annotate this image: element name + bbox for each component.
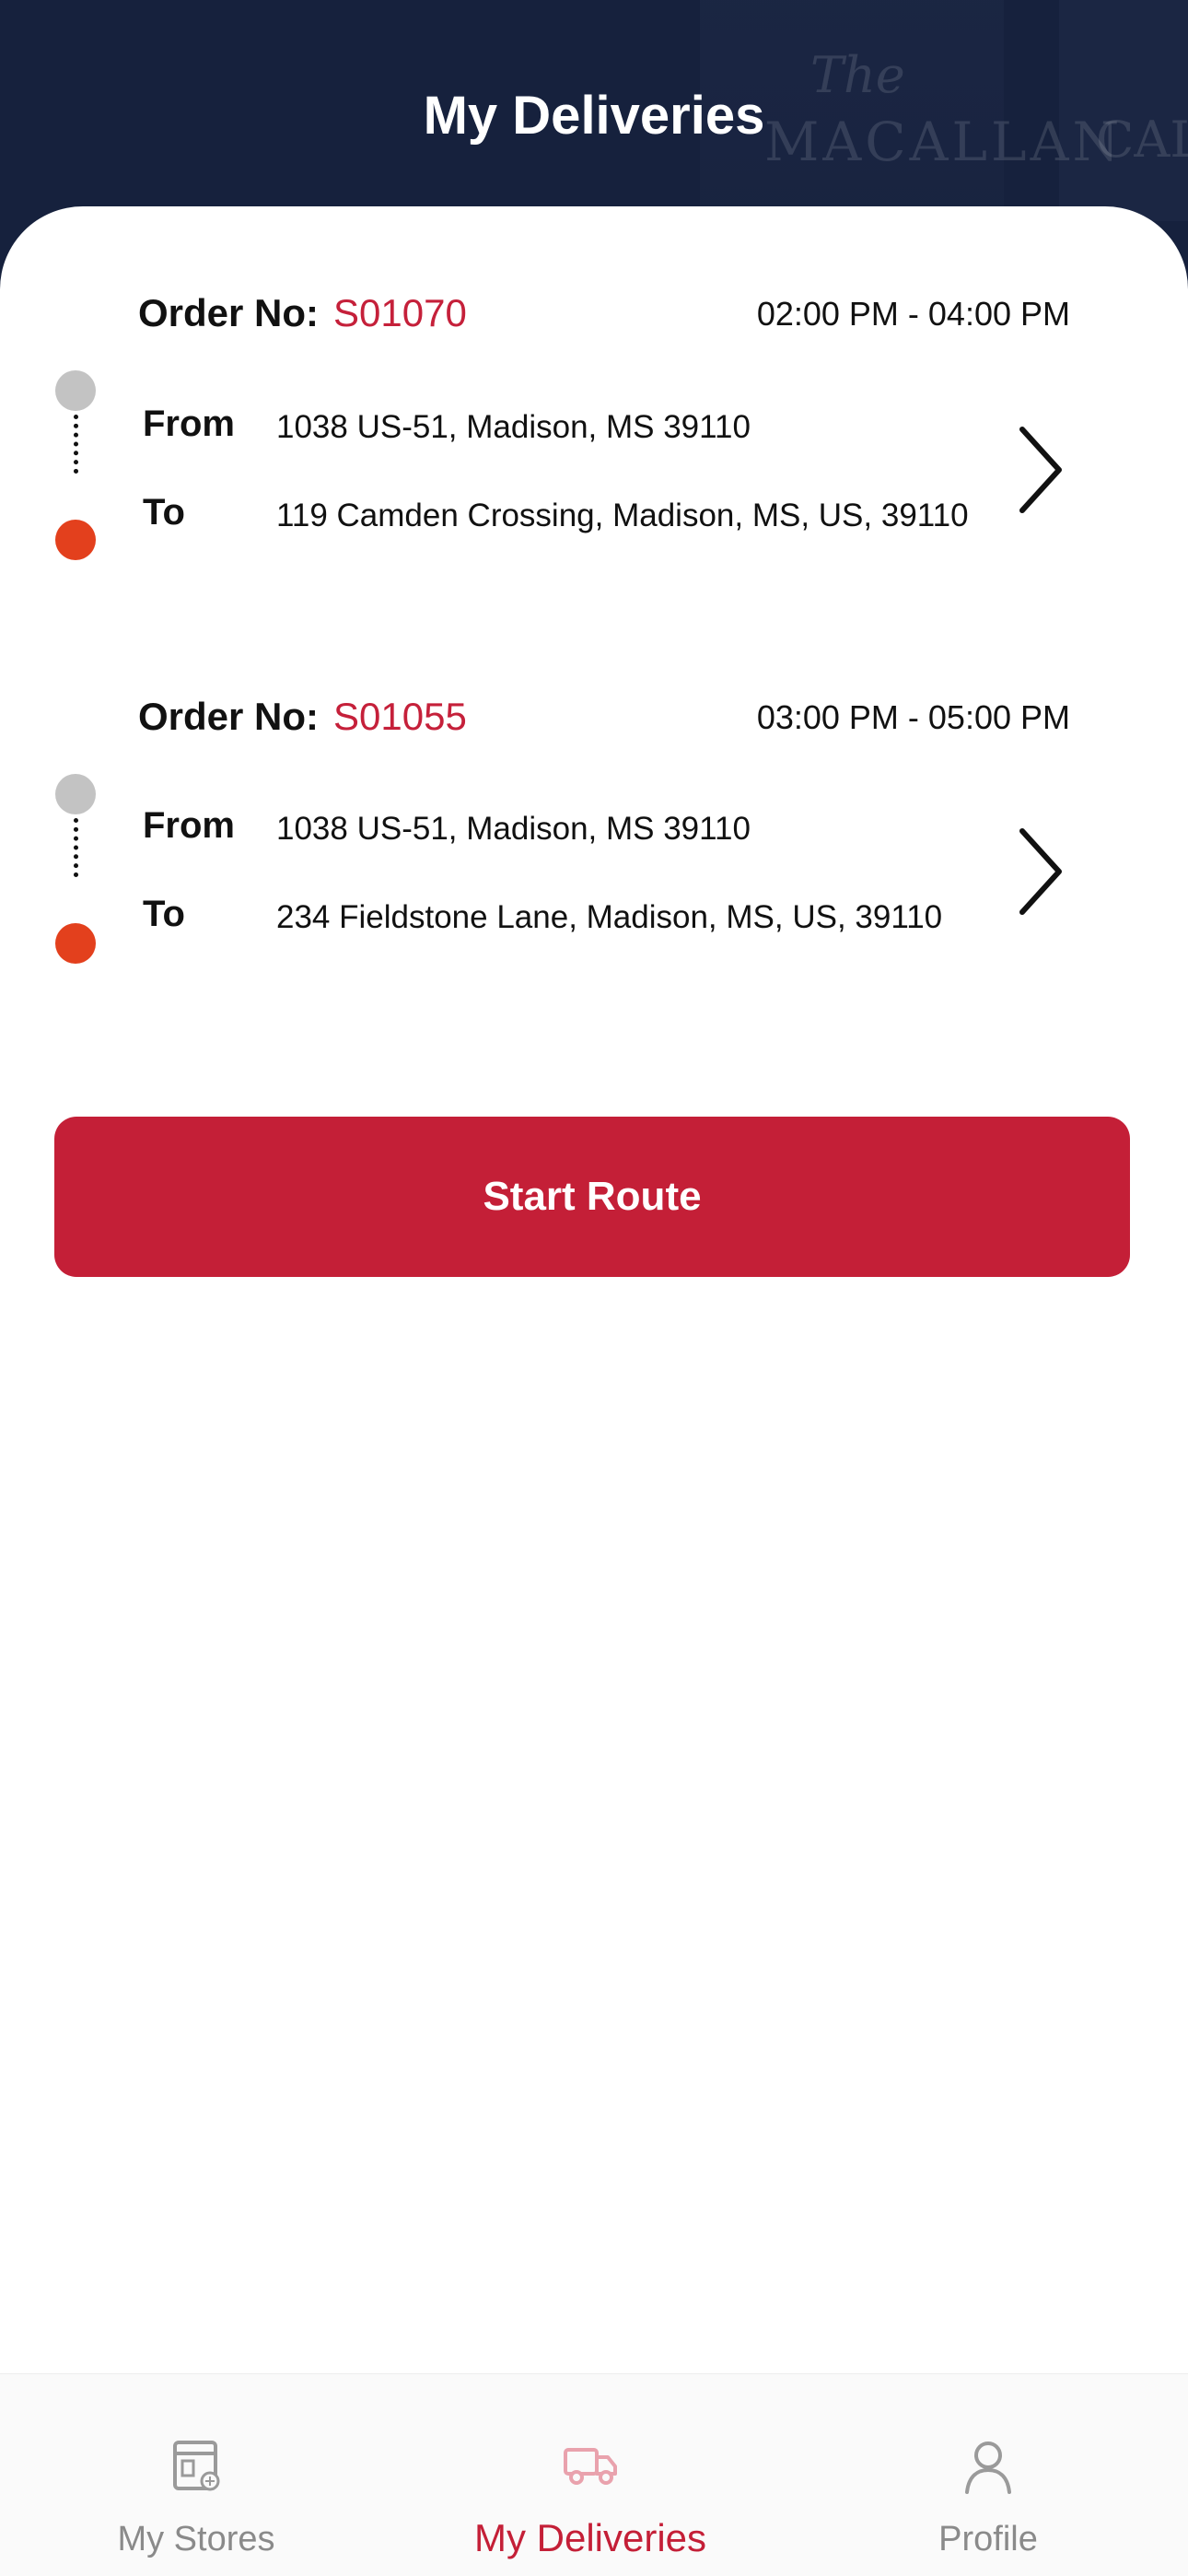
nav-label: My Deliveries <box>473 2516 707 2559</box>
nav-item-my-deliveries[interactable]: My Deliveries <box>438 2374 742 2576</box>
page-title: My Deliveries <box>423 86 765 146</box>
time-slot: 02:00 PM - 04:00 PM <box>756 295 1070 333</box>
from-address: 1038 US-51, Madison, MS 39110 <box>276 409 751 445</box>
chevron-right-icon[interactable] <box>1013 424 1068 516</box>
route-end-dot <box>55 923 96 964</box>
from-label: From <box>143 805 235 846</box>
order-label: Order No: <box>138 695 320 738</box>
bottom-nav: My Stores My Deliveries Profile <box>0 2373 1188 2576</box>
start-route-button[interactable]: Start Route <box>54 1117 1130 1277</box>
nav-label: Profile <box>938 2520 1038 2558</box>
order-id: S01070 <box>333 291 467 334</box>
nav-label: My Stores <box>117 2520 275 2558</box>
time-slot: 03:00 PM - 05:00 PM <box>756 698 1070 736</box>
route-start-dot <box>55 774 96 814</box>
to-address: 234 Fieldstone Lane, Madison, MS, US, 39… <box>276 899 943 935</box>
profile-icon <box>956 2433 1020 2498</box>
to-address: 119 Camden Crossing, Madison, MS, US, 39… <box>276 498 969 533</box>
chevron-right-icon[interactable] <box>1013 825 1068 918</box>
delivery-card[interactable]: Order No: S01055 03:00 PM - 05:00 PM Fro… <box>0 695 1188 1045</box>
route-start-dot <box>55 370 96 411</box>
to-label: To <box>143 894 185 934</box>
route-end-dot <box>55 520 96 560</box>
to-label: To <box>143 492 185 533</box>
from-label: From <box>143 404 235 444</box>
route-dotted-line <box>74 415 78 474</box>
order-number: Order No: S01070 <box>138 291 467 335</box>
store-icon <box>164 2433 228 2498</box>
route-dotted-line <box>74 818 78 877</box>
order-label: Order No: <box>138 291 320 334</box>
nav-item-my-stores[interactable]: My Stores <box>44 2374 348 2576</box>
from-address: 1038 US-51, Madison, MS 39110 <box>276 811 751 847</box>
order-number: Order No: S01055 <box>138 695 467 739</box>
nav-item-profile[interactable]: Profile <box>836 2374 1140 2576</box>
order-id: S01055 <box>333 695 467 738</box>
delivery-truck-icon <box>558 2433 623 2498</box>
delivery-card[interactable]: Order No: S01070 02:00 PM - 04:00 PM Fro… <box>0 291 1188 641</box>
